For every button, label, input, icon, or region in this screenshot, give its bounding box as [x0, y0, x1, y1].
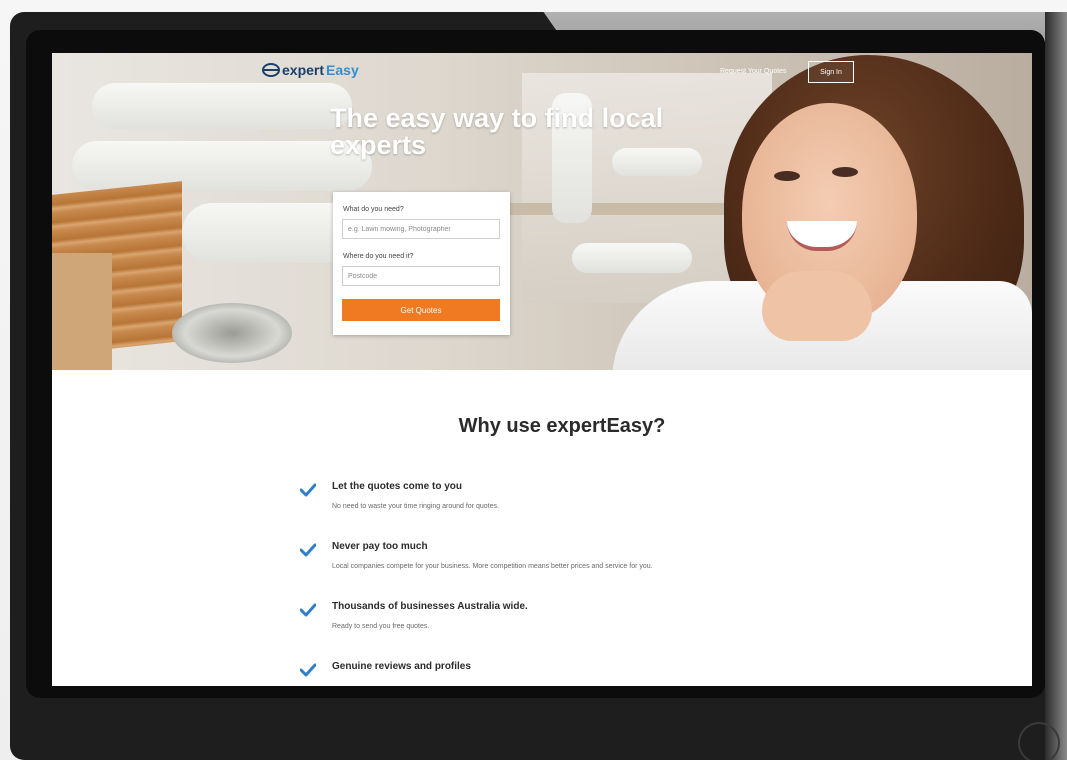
- checkmark-icon: [300, 603, 316, 617]
- hero-paper-roll: [72, 141, 372, 191]
- quote-form: What do you need? Where do you need it? …: [333, 192, 510, 335]
- benefit-title: Thousands of businesses Australia wide.: [332, 601, 528, 612]
- sign-in-button[interactable]: Sign In: [808, 61, 854, 83]
- tablet-home-button: [1018, 722, 1060, 760]
- hero-paper-roll: [572, 243, 692, 273]
- section-title: Why use expertEasy?: [458, 415, 666, 437]
- hero-paper-roll: [92, 83, 352, 129]
- benefit-description: Local companies compete for your busines…: [332, 563, 653, 570]
- benefit-description: Ready to send you free quotes.: [332, 623, 430, 630]
- checkmark-icon: [300, 543, 316, 557]
- get-quotes-button[interactable]: Get Quotes: [342, 299, 500, 321]
- hero-cardboard: [52, 253, 112, 370]
- checkmark-icon: [300, 663, 316, 677]
- logo-text-easy: Easy: [326, 62, 359, 78]
- need-input[interactable]: [342, 219, 500, 239]
- site-logo[interactable]: expert Easy: [262, 62, 359, 78]
- hero-person-eye: [832, 167, 858, 177]
- logo-text-expert: expert: [282, 62, 325, 78]
- hero-title: The easy way to find local experts: [330, 103, 664, 160]
- benefit-item: Let the quotes come to you No need to wa…: [300, 481, 900, 521]
- logo-globe-icon: [262, 63, 280, 77]
- benefit-title: Let the quotes come to you: [332, 481, 463, 492]
- hero-person-hand: [762, 271, 872, 341]
- nav-request-quotes-link[interactable]: Request Your Quotes: [720, 68, 787, 75]
- benefit-description: No need to waste your time ringing aroun…: [332, 503, 499, 510]
- benefit-title: Never pay too much: [332, 541, 428, 552]
- checkmark-icon: [300, 483, 316, 497]
- hero-person-eye: [774, 171, 800, 181]
- tablet-edge: [1045, 12, 1067, 760]
- benefit-item: Genuine reviews and profiles: [300, 661, 900, 686]
- benefit-item: Never pay too much Local companies compe…: [300, 541, 900, 581]
- browser-screen: expert Easy Request Your Quotes Sign In T…: [52, 53, 1032, 686]
- hero-section: expert Easy Request Your Quotes Sign In T…: [52, 53, 1032, 370]
- postcode-input[interactable]: [342, 266, 500, 286]
- need-field-label: What do you need?: [343, 206, 404, 213]
- where-field-label: Where do you need it?: [343, 253, 414, 260]
- hero-paint-can: [172, 303, 292, 363]
- device-photo: expert Easy Request Your Quotes Sign In T…: [0, 0, 1067, 760]
- benefit-title: Genuine reviews and profiles: [332, 661, 471, 672]
- benefit-item: Thousands of businesses Australia wide. …: [300, 601, 900, 641]
